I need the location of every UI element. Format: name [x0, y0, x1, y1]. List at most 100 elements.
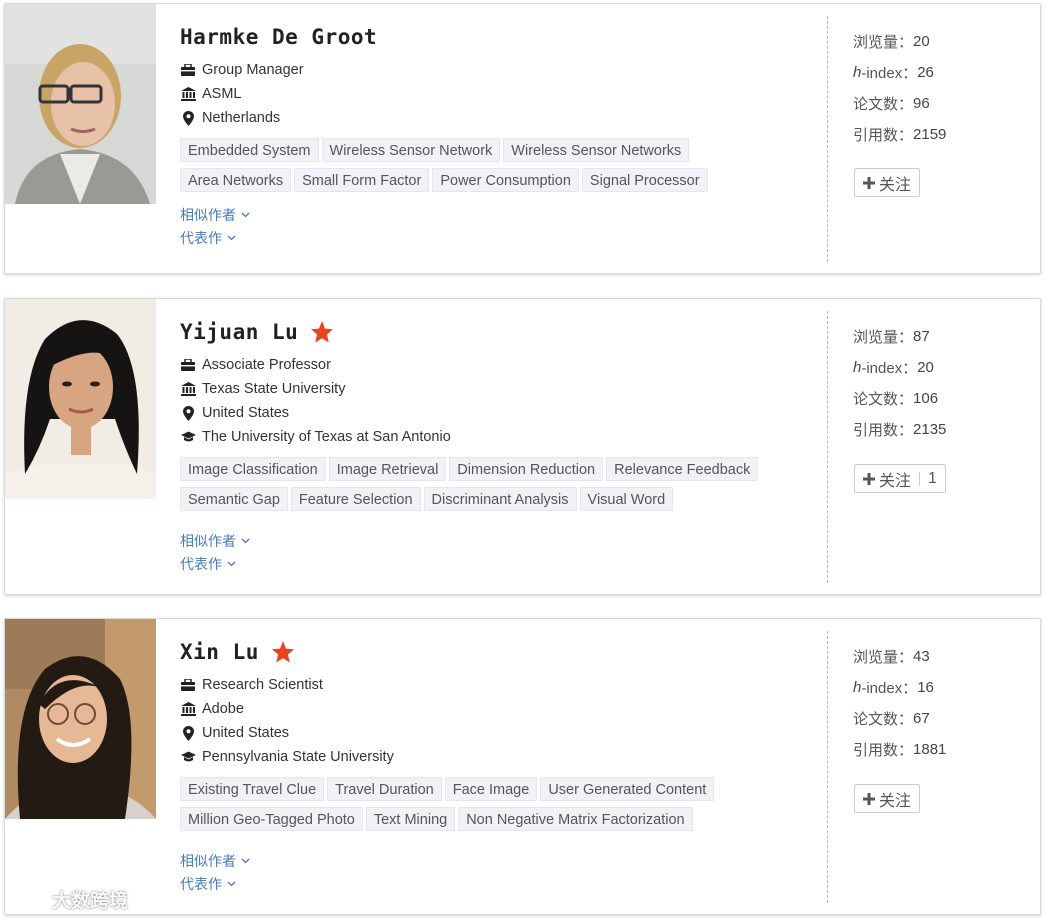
author-name[interactable]: Harmke De Groot: [180, 25, 377, 49]
tag[interactable]: Feature Selection: [290, 487, 421, 511]
author-stats: 浏览量： 20 h -index： 26 论文数： 96 引用数： 2159: [853, 26, 946, 150]
hindex-value: 20: [917, 359, 934, 376]
papers-value: 96: [913, 95, 930, 112]
author-name-row: Yijuan Lu: [180, 317, 820, 347]
tag[interactable]: Small Form Factor: [294, 168, 430, 192]
similar-authors-toggle[interactable]: 相似作者: [180, 203, 820, 226]
divider: [827, 16, 828, 262]
plus-icon: [863, 176, 875, 189]
affiliation-text: Adobe: [202, 701, 244, 717]
institution-icon: [180, 701, 196, 717]
similar-authors-label: 相似作者: [180, 206, 236, 223]
follow-label: 关注: [879, 176, 912, 194]
author-photo[interactable]: [5, 299, 156, 499]
tag[interactable]: Existing Travel Clue: [180, 777, 325, 801]
tag[interactable]: Semantic Gap: [180, 487, 288, 511]
views-stat: 浏览量： 43: [853, 648, 930, 666]
follow-button[interactable]: 关注: [854, 784, 921, 813]
hindex-stat: h -index： 20: [853, 359, 934, 377]
representative-works-toggle[interactable]: 代表作: [180, 552, 820, 575]
tag[interactable]: Relevance Feedback: [606, 457, 759, 481]
map-pin-icon: [180, 405, 196, 421]
tag[interactable]: Face Image: [444, 777, 538, 801]
divider: [827, 311, 828, 583]
position-line: Associate Professor: [180, 353, 820, 377]
citations-value: 2135: [913, 421, 947, 438]
education-line: Pennsylvania State University: [180, 745, 820, 769]
separator: [919, 471, 921, 486]
papers-value: 106: [913, 390, 939, 407]
tag[interactable]: Power Consumption: [432, 168, 579, 192]
position-text: Research Scientist: [202, 677, 323, 693]
tag[interactable]: Text Mining: [365, 807, 456, 831]
papers-value: 67: [913, 710, 930, 727]
views-value: 87: [913, 328, 930, 345]
watermark-text: 大数跨境: [52, 891, 129, 912]
tag[interactable]: Wireless Sensor Network: [321, 138, 501, 162]
views-value: 43: [913, 648, 930, 665]
tag[interactable]: Wireless Sensor Networks: [503, 138, 690, 162]
tag[interactable]: User Generated Content: [540, 777, 715, 801]
chevron-down-icon: [241, 538, 250, 543]
tag[interactable]: Signal Processor: [581, 168, 708, 192]
representative-works-toggle[interactable]: 代表作: [180, 872, 820, 895]
tag[interactable]: Travel Duration: [327, 777, 442, 801]
follow-button[interactable]: 关注 1: [854, 464, 946, 493]
institution-icon: [180, 381, 196, 397]
position-line: Research Scientist: [180, 673, 820, 697]
follow-button[interactable]: 关注: [854, 168, 921, 197]
education-line: The University of Texas at San Antonio: [180, 425, 820, 449]
tag[interactable]: Image Retrieval: [328, 457, 447, 481]
affiliation-line: Texas State University: [180, 377, 820, 401]
affiliation-text: ASML: [202, 86, 242, 102]
representative-works-label: 代表作: [180, 555, 222, 572]
tag[interactable]: Discriminant Analysis: [423, 487, 577, 511]
tag[interactable]: Dimension Reduction: [449, 457, 604, 481]
watermark: 大数跨境: [10, 886, 128, 913]
citations-value: 1881: [913, 741, 947, 758]
similar-authors-toggle[interactable]: 相似作者: [180, 529, 820, 552]
location-text: United States: [202, 405, 290, 421]
tag[interactable]: Non Negative Matrix Factorization: [458, 807, 693, 831]
affiliation-line: ASML: [180, 82, 820, 106]
author-card: Xin Lu Research Scientist Adobe United S…: [4, 618, 1041, 915]
author-card: Yijuan Lu Associate Professor Texas Stat…: [4, 298, 1041, 595]
citations-value: 2159: [913, 126, 947, 143]
author-photo[interactable]: [5, 619, 156, 819]
author-stats: 浏览量： 43 h -index： 16 论文数： 67 引用数： 1881: [853, 641, 946, 765]
tag[interactable]: Million Geo-Tagged Photo: [180, 807, 363, 831]
affiliation-line: Adobe: [180, 697, 820, 721]
papers-stat: 论文数： 96: [853, 95, 930, 113]
follow-label: 关注: [879, 472, 912, 490]
research-tags: Embedded System Wireless Sensor Network Wi…: [180, 138, 780, 198]
views-stat: 浏览量： 87: [853, 328, 930, 346]
watermark-logo-icon: [10, 888, 47, 910]
education-text: Pennsylvania State University: [202, 749, 394, 765]
author-photo[interactable]: [5, 4, 156, 204]
tag[interactable]: Area Networks: [180, 168, 292, 192]
plus-icon: [863, 792, 875, 805]
position-text: Associate Professor: [202, 357, 331, 373]
location-line: Netherlands: [180, 106, 820, 130]
citations-stat: 引用数： 1881: [853, 741, 947, 759]
author-name[interactable]: Xin Lu: [180, 640, 259, 664]
author-name-row: Xin Lu: [180, 637, 820, 667]
author-name[interactable]: Yijuan Lu: [180, 320, 298, 344]
chevron-down-icon: [241, 858, 250, 863]
views-stat: 浏览量： 20: [853, 33, 930, 51]
institution-icon: [180, 86, 196, 102]
tag[interactable]: Image Classification: [180, 457, 326, 481]
plus-icon: [863, 472, 875, 485]
similar-authors-toggle[interactable]: 相似作者: [180, 849, 820, 872]
affiliation-text: Texas State University: [202, 381, 346, 397]
graduation-cap-icon: [180, 749, 196, 765]
author-card: Harmke De Groot Group Manager ASML Nethe…: [4, 3, 1041, 274]
tag[interactable]: Embedded System: [180, 138, 319, 162]
representative-works-toggle[interactable]: 代表作: [180, 226, 820, 249]
views-value: 20: [913, 33, 930, 50]
tag[interactable]: Visual Word: [579, 487, 674, 511]
chevron-down-icon: [227, 235, 236, 240]
author-name-row: Harmke De Groot: [180, 22, 820, 52]
citations-stat: 引用数： 2135: [853, 421, 947, 439]
star-icon: [311, 321, 334, 343]
